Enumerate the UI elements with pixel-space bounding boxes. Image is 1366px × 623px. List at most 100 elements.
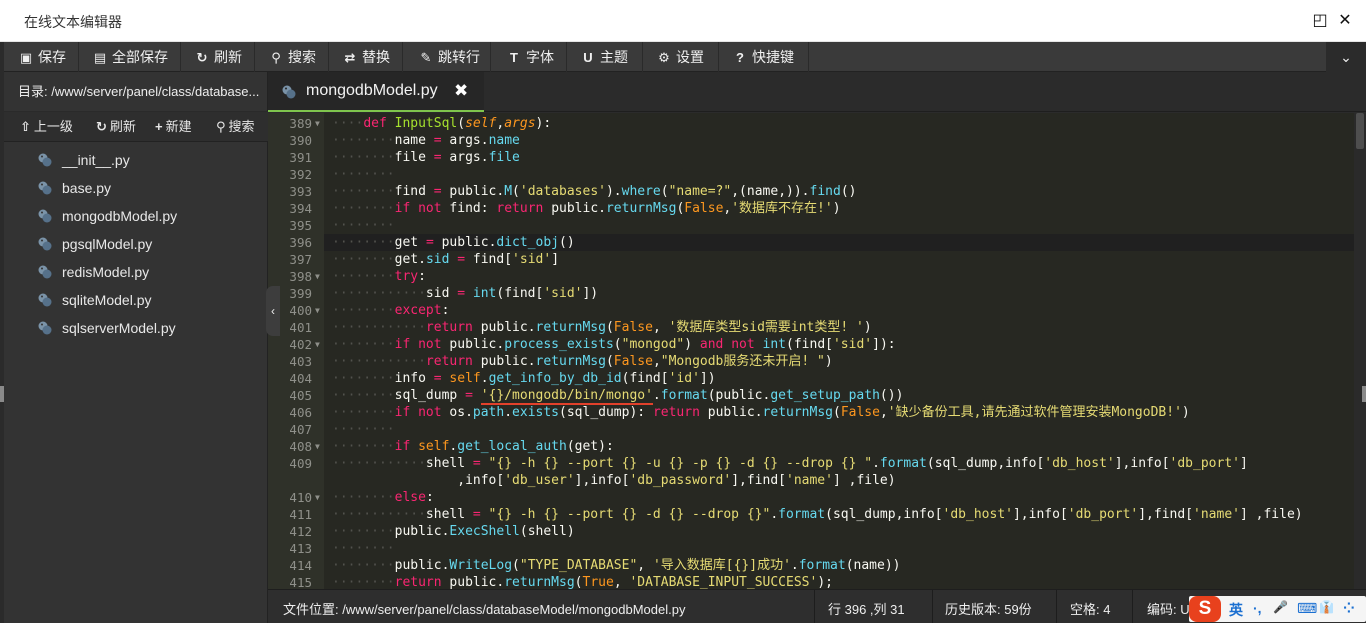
- cursor-position[interactable]: 行 396 ,列 31: [828, 599, 905, 618]
- parent-dir-button[interactable]: ⇧ 上一级: [20, 112, 73, 142]
- sidebar-toggle-icon[interactable]: ‹: [266, 286, 280, 336]
- up-arrow-icon: ⇧: [20, 119, 31, 134]
- sidebar-search-label: 搜索: [228, 119, 255, 134]
- code-text: ········info = self.get_info_by_db_id(fi…: [332, 371, 716, 386]
- tab-mongodbModel[interactable]: mongodbModel.py ✖: [268, 72, 484, 112]
- save-all-icon: ▤: [93, 50, 107, 65]
- sidebar-search-button[interactable]: ⚲ 搜索: [216, 112, 255, 142]
- line-number: 407: [289, 422, 312, 437]
- goto-line-button[interactable]: ✎ 跳转行: [408, 42, 490, 72]
- pin-icon: ✎: [420, 50, 432, 65]
- search-icon: ⚲: [271, 50, 281, 65]
- skin-icon[interactable]: 👔: [1319, 600, 1334, 614]
- search-icon: ⚲: [216, 119, 226, 134]
- line-number: 414: [289, 558, 312, 573]
- file-item[interactable]: base.py: [4, 174, 268, 202]
- file-item[interactable]: redisModel.py: [4, 258, 268, 286]
- line-number: 398: [289, 269, 312, 284]
- file-encoding[interactable]: 编码: U: [1147, 599, 1190, 618]
- new-file-label: 新建: [165, 119, 192, 134]
- history-versions[interactable]: 历史版本: 59份: [945, 599, 1032, 618]
- theme-label: 主题: [600, 49, 628, 65]
- line-number: 389: [289, 116, 312, 131]
- save-all-button[interactable]: ▤ 全部保存: [82, 42, 178, 72]
- fold-arrow-icon[interactable]: ▼: [315, 302, 320, 319]
- save-all-label: 全部保存: [112, 49, 168, 65]
- code-text: ············sid = int(find['sid']): [332, 286, 599, 301]
- file-name: base.py: [62, 180, 112, 196]
- refresh-button[interactable]: ↻ 刷新: [184, 42, 252, 72]
- fold-arrow-icon[interactable]: ▼: [315, 336, 320, 353]
- line-number: 390: [289, 133, 312, 148]
- replace-button[interactable]: ⇄ 替换: [332, 42, 400, 72]
- save-button[interactable]: ▣ 保存: [8, 42, 76, 72]
- fold-arrow-icon[interactable]: ▼: [315, 268, 320, 285]
- microphone-icon[interactable]: 🎤: [1273, 600, 1288, 614]
- close-tab-icon[interactable]: ✖: [454, 81, 468, 101]
- file-item[interactable]: sqlserverModel.py: [4, 314, 268, 342]
- goto-line-label: 跳转行: [438, 49, 480, 65]
- line-number: 402: [289, 337, 312, 352]
- ime-menu-icon[interactable]: ⁘: [1343, 600, 1355, 617]
- close-window-icon[interactable]: ✕: [1335, 11, 1355, 31]
- line-number: 413: [289, 541, 312, 556]
- keyboard-icon[interactable]: ⌨: [1297, 600, 1317, 617]
- settings-button[interactable]: ⚙ 设置: [646, 42, 714, 72]
- line-number: 396: [289, 235, 312, 250]
- restore-icon[interactable]: ◰: [1310, 11, 1330, 31]
- file-location: 文件位置: /www/server/panel/class/databaseMo…: [283, 602, 686, 617]
- theme-button[interactable]: U 主题: [570, 42, 638, 72]
- line-number: [268, 472, 312, 489]
- file-item[interactable]: sqliteModel.py: [4, 286, 268, 314]
- line-number: 412: [289, 524, 312, 539]
- fold-arrow-icon[interactable]: ▼: [315, 115, 320, 132]
- file-list: __init__.py base.py mongodbModel.py pgsq…: [4, 146, 268, 342]
- python-file-icon: [282, 85, 296, 99]
- refresh-label: 刷新: [214, 49, 242, 65]
- code-text: ,info['db_user'],info['db_password'],fin…: [332, 473, 896, 488]
- font-button[interactable]: T 字体: [496, 42, 564, 72]
- ime-toolbar[interactable]: S 英 ·, 🎤 ⌨ 👔 ⁘: [1189, 596, 1366, 622]
- punctuation-icon[interactable]: ·,: [1253, 600, 1262, 616]
- code-text: ········return public.returnMsg(True, 'D…: [332, 575, 833, 589]
- theme-icon: U: [583, 50, 593, 65]
- code-text: ········else:: [332, 490, 434, 505]
- ime-lang-icon[interactable]: 英: [1229, 600, 1243, 620]
- gear-icon: ⚙: [658, 50, 670, 65]
- sidebar-refresh-button[interactable]: ↻ 刷新: [96, 112, 136, 142]
- line-number: 415: [289, 575, 312, 589]
- code-text: ········file = args.file: [332, 150, 520, 165]
- file-item[interactable]: mongodbModel.py: [4, 202, 268, 230]
- code-text: ············return public.returnMsg(Fals…: [332, 354, 833, 369]
- line-number: 397: [289, 252, 312, 267]
- new-file-button[interactable]: + 新建: [155, 112, 192, 142]
- line-number: 391: [289, 150, 312, 165]
- python-file-icon: [38, 153, 52, 167]
- file-item[interactable]: pgsqlModel.py: [4, 230, 268, 258]
- scrollbar-thumb[interactable]: [1356, 113, 1364, 149]
- line-number: 394: [289, 201, 312, 216]
- shortcuts-button[interactable]: ? 快捷键: [722, 42, 804, 72]
- python-file-icon: [38, 321, 52, 335]
- code-text: ········try:: [332, 269, 426, 284]
- fold-arrow-icon[interactable]: ▼: [315, 438, 320, 455]
- file-name: pgsqlModel.py: [62, 236, 153, 252]
- code-editor[interactable]: 389 ▼ ····def InputSql(self,args): 390 ····…: [268, 113, 1354, 589]
- replace-label: 替换: [362, 49, 390, 65]
- file-name: sqlserverModel.py: [62, 320, 176, 336]
- code-text: ········get = public.dict_obj(): [332, 235, 575, 250]
- title-bar: 在线文本编辑器 ◰ ✕: [0, 0, 1366, 42]
- python-file-icon: [38, 181, 52, 195]
- code-text: ········: [332, 167, 395, 182]
- chevron-down-icon[interactable]: ⌄: [1326, 42, 1366, 72]
- code-text: ········if not public.process_exists("mo…: [332, 337, 896, 352]
- indent-spaces[interactable]: 空格: 4: [1070, 599, 1110, 618]
- floppy-icon: ▣: [19, 50, 33, 65]
- sogou-logo-icon[interactable]: S: [1189, 596, 1221, 622]
- code-text: ············return public.returnMsg(Fals…: [332, 320, 872, 335]
- vertical-scrollbar[interactable]: [1354, 113, 1366, 589]
- search-button[interactable]: ⚲ 搜索: [258, 42, 326, 72]
- file-name: __init__.py: [62, 152, 130, 168]
- fold-arrow-icon[interactable]: ▼: [315, 489, 320, 506]
- file-item[interactable]: __init__.py: [4, 146, 268, 174]
